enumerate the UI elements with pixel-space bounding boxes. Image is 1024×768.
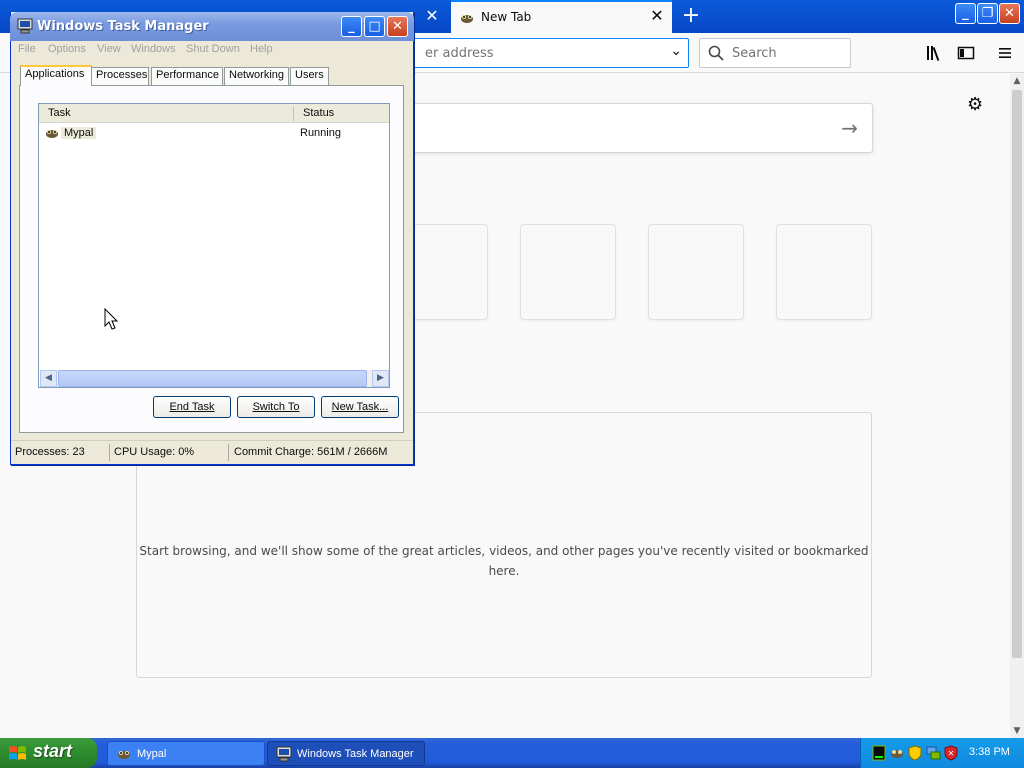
task-name: Mypal xyxy=(61,127,97,139)
tab-networking[interactable]: Networking xyxy=(224,67,289,85)
mypal-icon xyxy=(461,15,473,23)
status-processes: Processes: 23 xyxy=(15,446,85,458)
url-placeholder: er address xyxy=(425,46,494,61)
topsite-tile[interactable] xyxy=(648,224,744,320)
status-divider xyxy=(109,444,110,461)
maximize-button[interactable]: □ xyxy=(364,16,385,37)
start-button[interactable]: start xyxy=(0,738,97,768)
scroll-right-icon[interactable]: ▶ xyxy=(372,370,389,387)
status-commit-charge: Commit Charge: 561M / 2666M xyxy=(234,446,388,458)
svg-text:✕: ✕ xyxy=(948,749,955,758)
mouse-cursor-icon xyxy=(104,308,119,330)
topsite-tile[interactable] xyxy=(776,224,872,320)
task-list[interactable]: Task Status Mypal Running ◀ ▶ xyxy=(38,103,390,388)
arrow-right-icon[interactable]: → xyxy=(841,116,858,140)
security-shield-icon[interactable] xyxy=(907,745,923,761)
taskbar-button-mypal[interactable]: Mypal xyxy=(107,741,265,766)
mypal-icon xyxy=(46,130,58,138)
vertical-scrollbar[interactable]: ▲ ▼ xyxy=(1010,74,1024,738)
tab-processes[interactable]: Processes xyxy=(91,67,149,85)
status-divider xyxy=(228,444,229,461)
start-label: start xyxy=(33,741,73,761)
new-task-button[interactable]: New Task... xyxy=(321,396,399,418)
tab-close-icon[interactable]: ✕ xyxy=(647,6,667,26)
highlights-empty-message: Start browsing, and we'll show some of t… xyxy=(139,544,869,578)
search-placeholder: Search xyxy=(732,46,777,61)
tab-applications[interactable]: Applications xyxy=(20,65,92,86)
task-row[interactable]: Mypal Running xyxy=(41,124,387,142)
menu-bar: File Options View Windows Shut Down Help xyxy=(11,41,413,61)
sidebar-icon[interactable] xyxy=(957,44,975,62)
taskbar-label: Mypal xyxy=(137,748,167,760)
scroll-thumb[interactable] xyxy=(1012,90,1022,658)
status-bar: Processes: 23 CPU Usage: 0% Commit Charg… xyxy=(11,440,413,464)
scroll-thumb[interactable] xyxy=(58,370,367,387)
column-divider[interactable] xyxy=(293,107,294,121)
menu-view[interactable]: View xyxy=(97,43,121,55)
column-header-status[interactable]: Status xyxy=(303,107,334,119)
search-input[interactable]: Search xyxy=(699,38,851,68)
gear-icon[interactable]: ⚙ xyxy=(967,94,983,115)
clock[interactable]: 3:38 PM xyxy=(969,746,1010,758)
computer-icon xyxy=(17,18,33,34)
status-cpu-usage: CPU Usage: 0% xyxy=(114,446,195,458)
library-icon[interactable] xyxy=(925,44,943,62)
task-manager-titlebar[interactable]: Windows Task Manager _ □ ✕ xyxy=(10,12,414,41)
close-button[interactable]: ✕ xyxy=(387,16,408,37)
menu-file[interactable]: File xyxy=(18,43,36,55)
tab-users[interactable]: Users xyxy=(290,67,329,85)
minimize-button[interactable]: _ xyxy=(341,16,362,37)
new-tab-button[interactable]: + xyxy=(678,3,704,29)
browser-close-button[interactable]: ✕ xyxy=(999,3,1020,24)
tab-close-icon[interactable]: ✕ xyxy=(420,4,444,28)
taskbar: start Mypal Windows Task Manager ✕ 3:38 … xyxy=(0,738,1024,768)
topsite-tile[interactable] xyxy=(520,224,616,320)
tab-performance[interactable]: Performance xyxy=(151,67,223,85)
menu-shut-down[interactable]: Shut Down xyxy=(186,43,240,55)
scroll-down-icon[interactable]: ▼ xyxy=(1010,724,1024,738)
security-alert-icon[interactable]: ✕ xyxy=(943,745,959,761)
search-icon xyxy=(708,45,724,61)
menu-windows[interactable]: Windows xyxy=(131,43,176,55)
chevron-down-icon[interactable]: ⌄ xyxy=(670,43,682,59)
task-manager-window: Windows Task Manager _ □ ✕ File Options … xyxy=(10,12,414,465)
windows-logo-icon xyxy=(9,746,26,760)
url-bar[interactable]: er address ⌄ xyxy=(370,38,689,68)
scroll-up-icon[interactable]: ▲ xyxy=(1010,74,1024,88)
tab-new-tab[interactable]: New Tab ✕ xyxy=(451,0,672,33)
tab-label: New Tab xyxy=(481,10,532,24)
taskmgr-cpu-icon[interactable] xyxy=(871,745,887,761)
network-icon[interactable] xyxy=(925,745,941,761)
mypal-icon xyxy=(118,751,130,759)
column-header-task[interactable]: Task xyxy=(48,107,71,119)
computer-icon xyxy=(276,746,292,762)
end-task-button[interactable]: End Task xyxy=(153,396,231,418)
horizontal-scrollbar[interactable]: ◀ ▶ xyxy=(40,370,389,387)
menu-icon[interactable] xyxy=(996,44,1014,62)
menu-options[interactable]: Options xyxy=(48,43,86,55)
applications-panel: Task Status Mypal Running ◀ ▶ End Task S… xyxy=(19,85,404,433)
switch-to-button[interactable]: Switch To xyxy=(237,396,315,418)
taskbar-label: Windows Task Manager xyxy=(297,748,414,760)
browser-restore-button[interactable]: ❐ xyxy=(977,3,998,24)
menu-help[interactable]: Help xyxy=(250,43,273,55)
task-status: Running xyxy=(300,127,341,139)
window-title: Windows Task Manager xyxy=(37,19,209,34)
system-tray: ✕ 3:38 PM xyxy=(860,738,1024,768)
taskbar-button-task-manager[interactable]: Windows Task Manager xyxy=(267,741,425,766)
mypal-icon[interactable] xyxy=(889,745,905,761)
scroll-left-icon[interactable]: ◀ xyxy=(40,370,57,387)
browser-minimize-button[interactable]: _ xyxy=(955,3,976,24)
task-list-header: Task Status xyxy=(39,104,389,123)
